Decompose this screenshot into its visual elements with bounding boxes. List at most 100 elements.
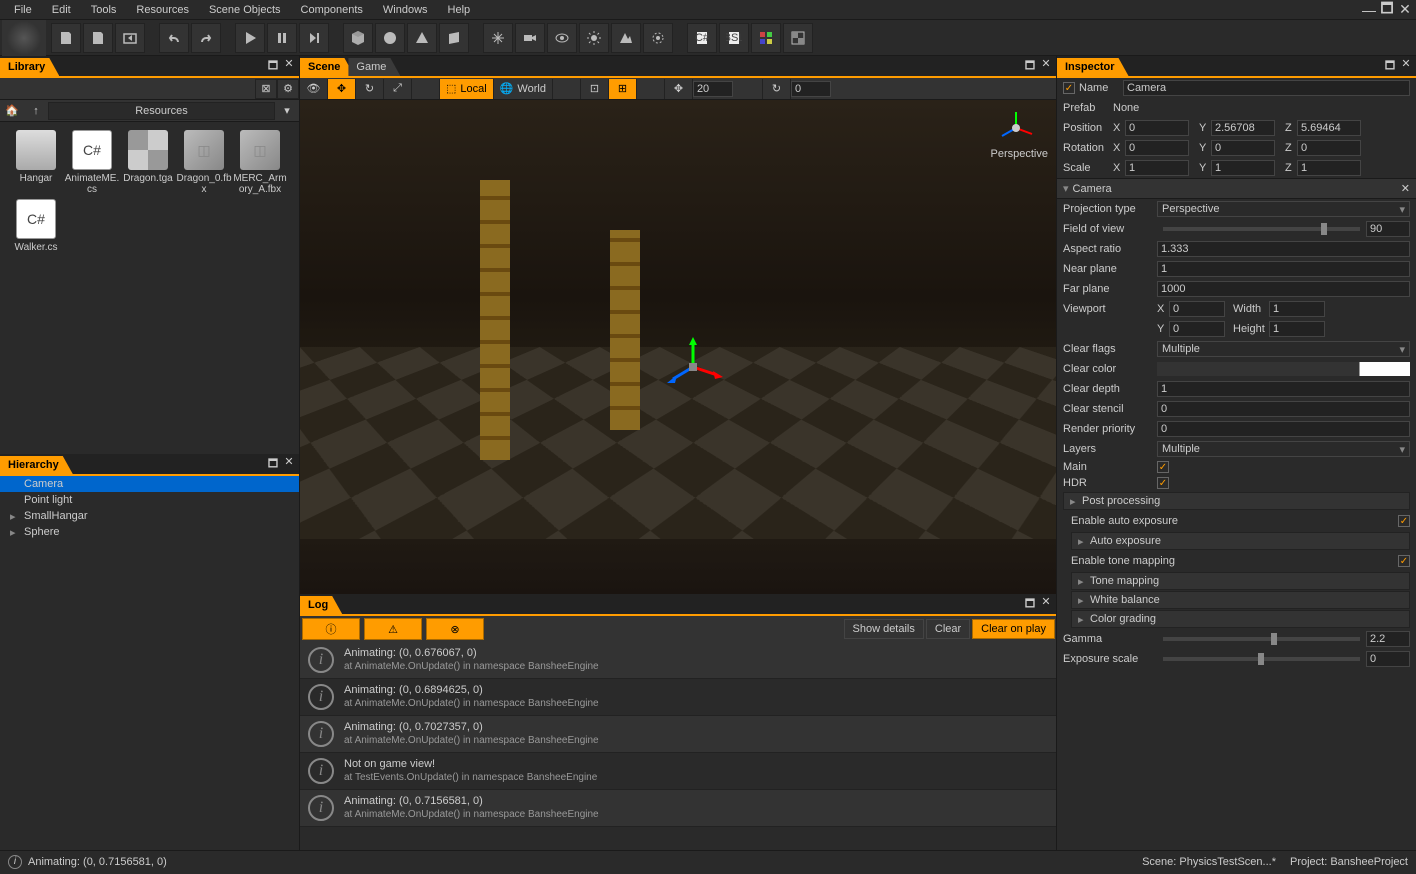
exposure-slider[interactable] — [1163, 657, 1360, 661]
log-filter-info-button[interactable]: ⓘ — [302, 618, 360, 640]
tab-scene[interactable]: Scene — [300, 58, 354, 76]
panel-maximize-icon[interactable]: 🗖 — [267, 57, 279, 76]
play-button[interactable] — [235, 23, 265, 53]
exposure-input[interactable] — [1366, 651, 1410, 667]
tonemapping-checkbox[interactable] — [1398, 555, 1410, 567]
asset-item[interactable]: ◫MERC_Armory_A.fbx — [232, 130, 288, 195]
tab-library[interactable]: Library — [0, 58, 59, 76]
library-grid[interactable]: HangarC#AnimateME.csDragon.tga◫Dragon_0.… — [0, 122, 299, 454]
pause-button[interactable] — [267, 23, 297, 53]
log-filter-warning-button[interactable]: ⚠ — [364, 618, 422, 640]
whitebalance-foldout[interactable]: White balance — [1071, 591, 1410, 609]
menu-scene-objects[interactable]: Scene Objects — [199, 2, 291, 18]
tab-close-icon[interactable]: ✕ — [1040, 595, 1052, 614]
tab-game[interactable]: Game — [348, 58, 400, 76]
load-scene-button[interactable] — [83, 23, 113, 53]
clear-log-button[interactable]: Clear — [926, 619, 970, 639]
hdr-checkbox[interactable] — [1157, 477, 1169, 489]
asset-item[interactable]: Hangar — [8, 130, 64, 195]
view-tool-button[interactable]: 👁 — [300, 79, 328, 99]
scale-tool-button[interactable]: ⤢ — [384, 79, 412, 99]
coord-world-button[interactable]: 🌐 World — [494, 79, 553, 99]
log-entry[interactable]: iAnimating: (0, 0.6894625, 0)at AnimateM… — [300, 679, 1056, 716]
clear-on-play-button[interactable]: Clear on play — [972, 619, 1055, 639]
fov-input[interactable] — [1366, 221, 1410, 237]
window-maximize-icon[interactable]: 🗖 — [1380, 3, 1394, 17]
create-cone-button[interactable] — [407, 23, 437, 53]
menu-windows[interactable]: Windows — [373, 2, 438, 18]
create-reflection-button[interactable] — [643, 23, 673, 53]
clearflags-dropdown[interactable]: Multiple — [1157, 341, 1410, 357]
library-path-dropdown[interactable]: ▾ — [275, 104, 299, 117]
window-close-icon[interactable]: ✕ — [1398, 3, 1412, 17]
layers-dropdown[interactable]: Multiple — [1157, 441, 1410, 457]
step-button[interactable] — [299, 23, 329, 53]
projection-type-dropdown[interactable]: Perspective — [1157, 201, 1410, 217]
log-filter-error-button[interactable]: ⊗ — [426, 618, 484, 640]
log-entry[interactable]: iAnimating: (0, 0.7156581, 0)at AnimateM… — [300, 790, 1056, 827]
coord-local-button[interactable]: ⬚ Local — [440, 79, 494, 99]
colorgrading-foldout[interactable]: Color grading — [1071, 610, 1410, 628]
gamma-slider[interactable] — [1163, 637, 1360, 641]
new-shader-button[interactable] — [751, 23, 781, 53]
rotation-y-input[interactable] — [1211, 140, 1275, 156]
near-input[interactable] — [1157, 261, 1410, 277]
pivot-local-button[interactable]: ⊞ — [609, 79, 637, 99]
tab-close-icon[interactable]: ✕ — [1040, 57, 1052, 76]
tab-close-icon[interactable]: ✕ — [283, 57, 295, 76]
far-input[interactable] — [1157, 281, 1410, 297]
log-entry[interactable]: iNot on game view!at TestEvents.OnUpdate… — [300, 753, 1056, 790]
rotation-x-input[interactable] — [1125, 140, 1189, 156]
new-material-button[interactable] — [783, 23, 813, 53]
create-empty-button[interactable] — [483, 23, 513, 53]
panel-maximize-icon[interactable]: 🗖 — [1024, 57, 1036, 76]
create-camera-button[interactable] — [515, 23, 545, 53]
priority-input[interactable] — [1157, 421, 1410, 437]
menu-file[interactable]: File — [4, 2, 42, 18]
aspect-input[interactable] — [1157, 241, 1410, 257]
object-enabled-checkbox[interactable] — [1063, 82, 1075, 94]
fov-slider[interactable] — [1163, 227, 1360, 231]
undo-button[interactable] — [159, 23, 189, 53]
menu-resources[interactable]: Resources — [126, 2, 199, 18]
move-tool-button[interactable]: ✥ — [328, 79, 356, 99]
rotate-tool-button[interactable]: ↻ — [356, 79, 384, 99]
create-decal-button[interactable] — [611, 23, 641, 53]
create-light-button[interactable] — [579, 23, 609, 53]
asset-item[interactable]: C#Walker.cs — [8, 199, 64, 253]
create-cube-button[interactable] — [343, 23, 373, 53]
pivot-center-button[interactable]: ⊡ — [581, 79, 609, 99]
autoexposure-checkbox[interactable] — [1398, 515, 1410, 527]
new-cs-script-button[interactable]: C# — [687, 23, 717, 53]
clearstencil-input[interactable] — [1157, 401, 1410, 417]
snap-rotate-button[interactable]: ↻ — [763, 79, 791, 99]
main-checkbox[interactable] — [1157, 461, 1169, 473]
gamma-input[interactable] — [1366, 631, 1410, 647]
create-quad-button[interactable] — [439, 23, 469, 53]
window-minimize-icon[interactable]: — — [1362, 3, 1376, 17]
object-name-input[interactable] — [1123, 80, 1410, 96]
transform-gizmo[interactable] — [663, 337, 723, 397]
scale-z-input[interactable] — [1297, 160, 1361, 176]
home-icon[interactable]: 🏠 — [0, 104, 24, 117]
up-folder-icon[interactable]: ↑ — [24, 105, 48, 117]
asset-item[interactable]: C#AnimateME.cs — [64, 130, 120, 195]
asset-item[interactable]: Dragon.tga — [120, 130, 176, 195]
viewport-w-input[interactable] — [1269, 301, 1325, 317]
tab-close-icon[interactable]: ✕ — [283, 455, 295, 474]
cleardepth-input[interactable] — [1157, 381, 1410, 397]
clearcolor-swatch[interactable] — [1157, 362, 1410, 376]
log-entry[interactable]: iAnimating: (0, 0.7027357, 0)at AnimateM… — [300, 716, 1056, 753]
toggle-visibility-button[interactable] — [547, 23, 577, 53]
panel-maximize-icon[interactable]: 🗖 — [267, 455, 279, 474]
tonemapping-foldout[interactable]: Tone mapping — [1071, 572, 1410, 590]
menu-tools[interactable]: Tools — [81, 2, 127, 18]
scene-viewport[interactable]: Perspective — [300, 100, 1056, 594]
rotation-z-input[interactable] — [1297, 140, 1361, 156]
hierarchy-item[interactable]: Point light — [0, 492, 299, 508]
log-list[interactable]: iAnimating: (0, 0.676067, 0)at AnimateMe… — [300, 642, 1056, 850]
panel-maximize-icon[interactable]: 🗖 — [1384, 57, 1396, 76]
show-details-button[interactable]: Show details — [844, 619, 924, 639]
tab-close-icon[interactable]: ✕ — [1400, 57, 1412, 76]
menu-help[interactable]: Help — [438, 2, 481, 18]
